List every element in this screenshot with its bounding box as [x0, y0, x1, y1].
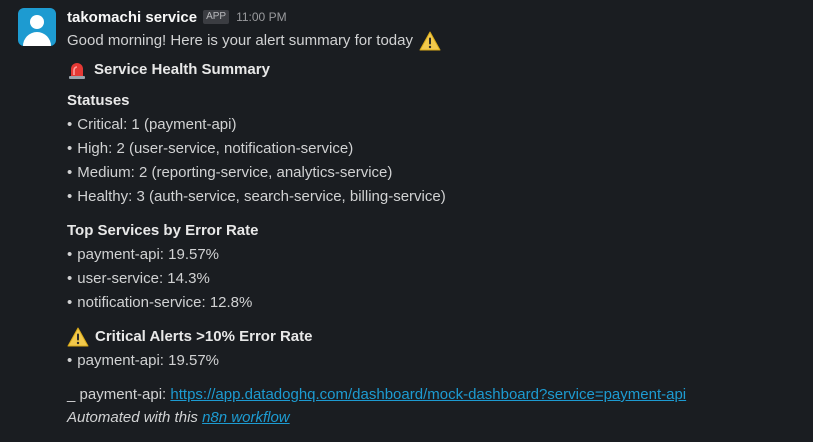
critical-alerts-list: • payment-api: 19.57%	[67, 349, 803, 373]
greeting-text: Good morning! Here is your alert summary…	[67, 32, 413, 49]
app-badge: APP	[203, 10, 230, 24]
message-timestamp[interactable]: 11:00 PM	[236, 10, 286, 24]
bullet: •	[67, 352, 73, 369]
critical-alerts-title-text: Critical Alerts >10% Error Rate	[95, 328, 313, 345]
list-item: • payment-api: 19.57%	[67, 243, 803, 267]
bullet: •	[67, 164, 73, 181]
bullet: •	[67, 116, 73, 133]
greeting-line: Good morning! Here is your alert summary…	[67, 29, 803, 53]
summary-title: Service Health Summary	[67, 58, 803, 82]
workflow-link[interactable]: n8n workflow	[202, 409, 290, 426]
slack-message: takomachi service APP 11:00 PM Good morn…	[0, 0, 813, 442]
list-item: • user-service: 14.3%	[67, 267, 803, 291]
user-avatar-icon[interactable]	[18, 8, 56, 46]
bullet: •	[67, 270, 73, 287]
bullet: •	[67, 140, 73, 157]
service-item: user-service: 14.3%	[77, 270, 210, 287]
top-services-list: • payment-api: 19.57% • user-service: 14.3…	[67, 243, 803, 315]
status-item: Critical: 1 (payment-api)	[77, 116, 237, 133]
statuses-title: Statuses	[67, 92, 130, 109]
status-item: Healthy: 3 (auth-service, search-service…	[77, 188, 446, 205]
footer-prefix: Automated with this	[67, 409, 203, 426]
bullet: •	[67, 188, 73, 205]
warning-icon	[419, 31, 441, 51]
footer-line: Automated with this n8n workflow	[67, 407, 803, 429]
warning-icon	[67, 327, 89, 347]
service-item: payment-api: 19.57%	[77, 246, 220, 263]
avatar-head	[30, 15, 44, 29]
bullet: •	[67, 246, 73, 263]
siren-icon	[69, 63, 85, 79]
status-item: High: 2 (user-service, notification-serv…	[77, 140, 354, 157]
bullet: •	[67, 294, 73, 311]
list-item: • Healthy: 3 (auth-service, search-servic…	[67, 185, 803, 209]
list-item: • Medium: 2 (reporting-service, analytics…	[67, 161, 803, 185]
list-item: • notification-service: 12.8%	[67, 291, 803, 315]
summary-title-text: Service Health Summary	[94, 61, 270, 78]
critical-alerts-title: Critical Alerts >10% Error Rate	[67, 325, 803, 349]
avatar-body	[23, 32, 51, 46]
message-content: takomachi service APP 11:00 PM Good morn…	[67, 6, 803, 429]
list-item: • High: 2 (user-service, notification-ser…	[67, 137, 803, 161]
dashboard-link[interactable]: https://app.datadoghq.com/dashboard/mock…	[170, 386, 686, 403]
status-item: Medium: 2 (reporting-service, analytics-…	[77, 164, 393, 181]
top-services-title: Top Services by Error Rate	[67, 222, 259, 239]
list-item: • Critical: 1 (payment-api)	[67, 113, 803, 137]
sender-name[interactable]: takomachi service	[67, 9, 197, 26]
message-header: takomachi service APP 11:00 PM	[67, 6, 803, 28]
dashboard-link-line: _ payment-api: https://app.datadoghq.com…	[67, 383, 803, 407]
statuses-list: • Critical: 1 (payment-api) • High: 2 (use…	[67, 113, 803, 209]
dashboard-prefix: _ payment-api:	[67, 386, 171, 403]
critical-alert-item: payment-api: 19.57%	[77, 352, 220, 369]
service-item: notification-service: 12.8%	[77, 294, 253, 311]
list-item: • payment-api: 19.57%	[67, 349, 803, 373]
